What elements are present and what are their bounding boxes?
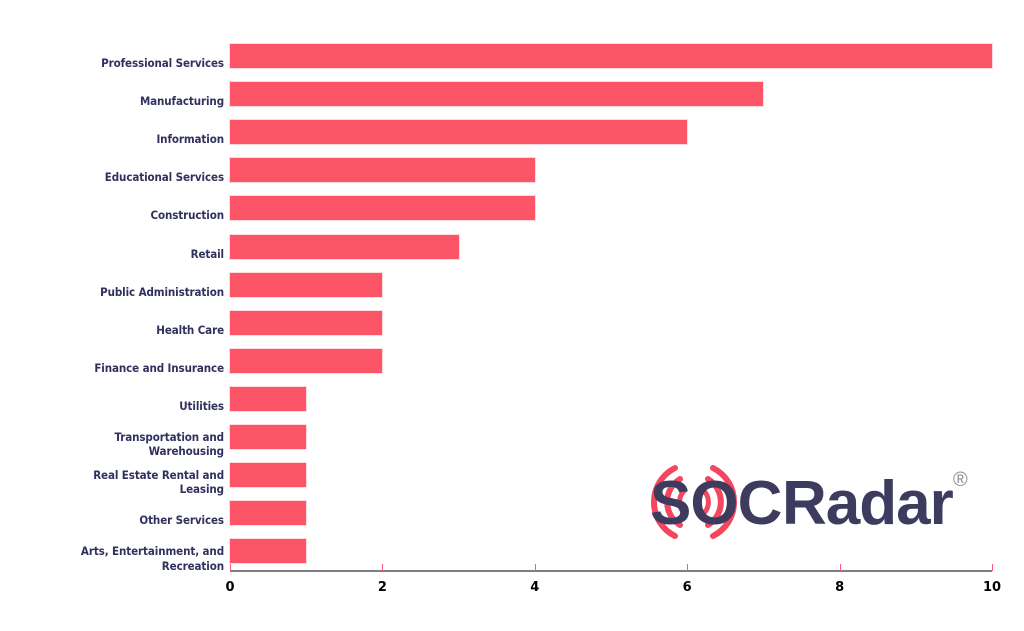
x-axis-tick <box>230 564 231 571</box>
bar <box>230 120 688 145</box>
category-label: Other Services <box>139 513 224 528</box>
category-label: Transportation and Warehousing <box>114 429 225 459</box>
bar <box>230 386 307 411</box>
bar-row: Information <box>156 120 992 158</box>
x-axis-tick-label: 10 <box>982 580 1002 595</box>
bar <box>230 196 535 221</box>
bar-row: Construction <box>150 196 992 234</box>
bar-row: Educational Services <box>105 158 992 196</box>
bar-row: Finance and Insurance <box>94 348 992 387</box>
bar <box>230 501 307 526</box>
bar <box>230 158 535 183</box>
bar <box>230 272 383 297</box>
bar <box>230 463 307 488</box>
bar <box>230 539 307 564</box>
socradar-logo-svg: SOC Radar ® <box>650 465 968 539</box>
x-axis-tick-label: 4 <box>530 580 540 595</box>
x-axis-tick <box>382 564 384 571</box>
category-label: Educational Services <box>104 170 224 185</box>
bar <box>230 348 383 373</box>
bar-chart: Professional Services Manufacturing Inform… <box>0 0 1024 631</box>
category-label: Information <box>156 132 224 147</box>
x-axis-tick-label: 0 <box>225 580 235 595</box>
logo-text-soc: SOC <box>650 469 782 538</box>
socradar-watermark-logo: SOC Radar ® <box>650 452 1000 552</box>
category-label: Health Care <box>156 322 224 337</box>
bar <box>230 234 459 259</box>
category-label: Manufacturing <box>139 94 224 109</box>
category-label: Public Administration <box>100 284 224 299</box>
category-label: Utilities <box>179 398 224 413</box>
bar <box>230 44 992 68</box>
bar-row: Health Care <box>156 310 992 349</box>
x-axis-tick <box>534 564 536 571</box>
category-label: Real Estate Rental and Leasing <box>93 467 224 497</box>
category-label: Construction <box>150 208 224 223</box>
x-axis-line <box>230 570 992 572</box>
x-axis-tick-label: 2 <box>377 580 387 595</box>
x-axis-tick-label: 8 <box>835 580 845 595</box>
x-axis-tick <box>992 564 993 571</box>
category-label: Retail <box>190 246 225 261</box>
logo-text-radar: Radar <box>782 469 954 538</box>
bar <box>230 310 383 335</box>
bar-row: Public Administration <box>100 272 992 311</box>
bar-row: Manufacturing <box>140 82 992 120</box>
registered-trademark-icon: ® <box>953 469 968 491</box>
category-label: Professional Services <box>101 56 224 70</box>
x-axis-tick-label: 6 <box>682 580 692 595</box>
bar-row: Utilities <box>179 386 992 425</box>
x-axis-tick <box>839 564 841 571</box>
category-label: Finance and Insurance <box>94 360 224 375</box>
bar <box>230 82 764 107</box>
bar-row: Professional Services <box>101 44 992 82</box>
category-label: Arts, Entertainment, and Recreation <box>80 544 224 573</box>
x-axis-tick <box>687 564 689 571</box>
bar-row: Retail <box>191 234 992 273</box>
bar <box>230 425 307 449</box>
